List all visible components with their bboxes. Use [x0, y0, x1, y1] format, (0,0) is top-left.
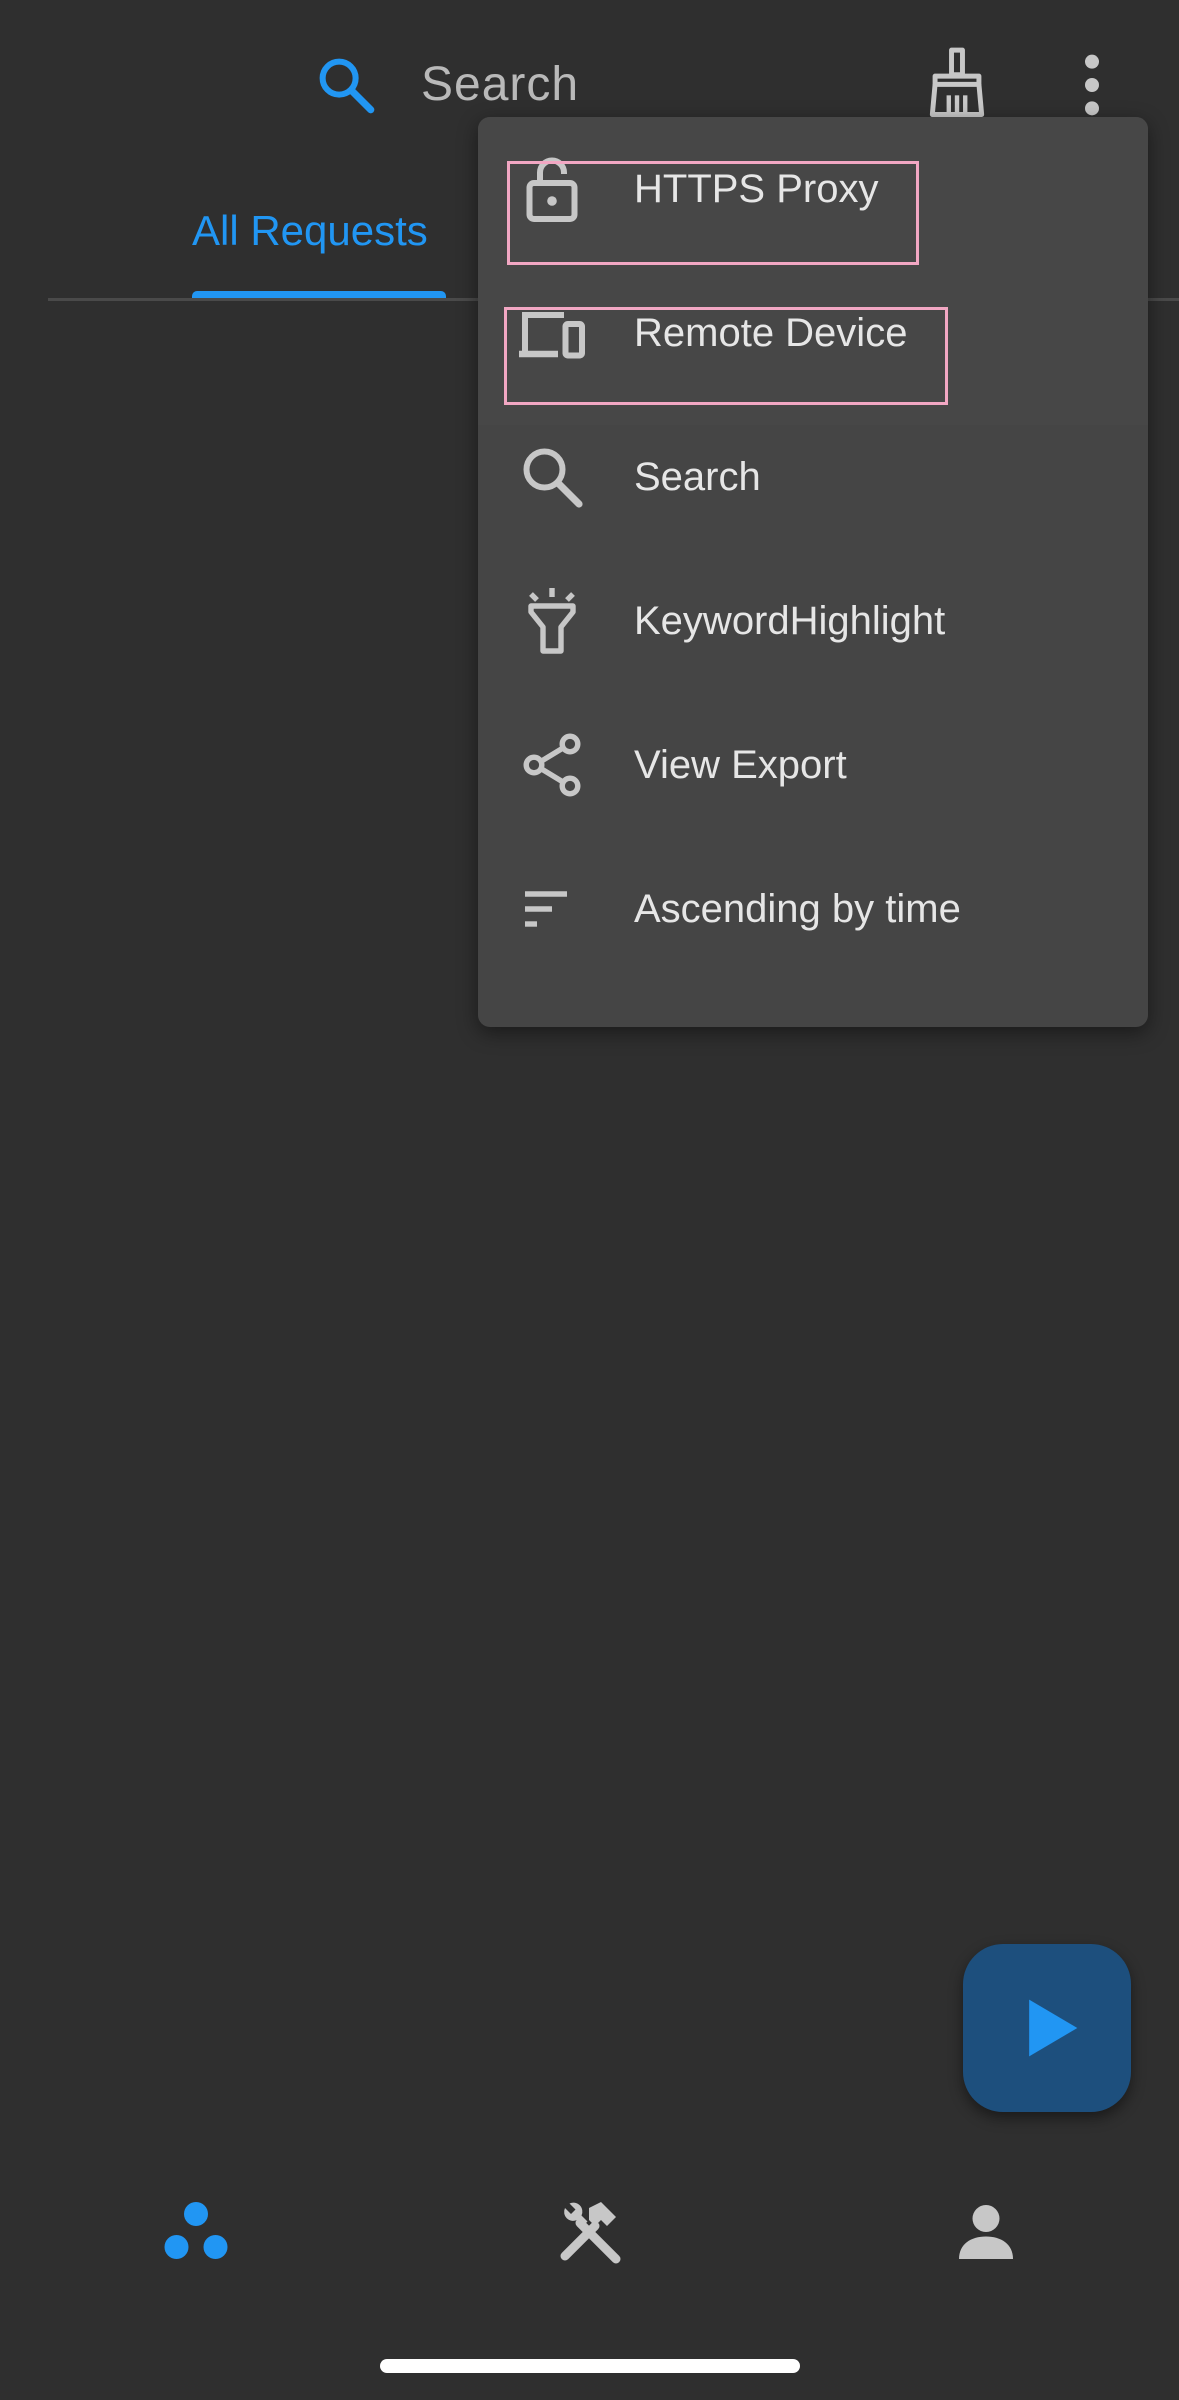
- share-icon: [523, 733, 581, 797]
- menu-item-ascending-by-time[interactable]: Ascending by time: [478, 837, 1148, 981]
- more-vert-icon[interactable]: [1074, 50, 1110, 120]
- bottom-navigation: [0, 2160, 1179, 2300]
- person-icon: [959, 2205, 1013, 2259]
- search-icon: [523, 448, 583, 508]
- menu-item-label: Ascending by time: [634, 887, 961, 931]
- tab-all-requests[interactable]: All Requests: [192, 201, 428, 261]
- menu-item-label: Remote Device: [634, 311, 908, 355]
- tools-icon: [560, 2202, 621, 2264]
- flashlight-icon: [528, 588, 576, 654]
- menu-item-label: KeywordHighlight: [634, 599, 946, 643]
- menu-item-label: View Export: [634, 743, 847, 787]
- lock-open-icon: [526, 157, 578, 222]
- app-screen: Search All Requests HTTPS Proxy Remote D…: [0, 0, 1179, 2400]
- menu-item-label: HTTPS Proxy: [634, 167, 879, 211]
- bubbles-icon: [164, 2202, 228, 2259]
- devices-icon: [519, 312, 585, 359]
- nav-item-tools[interactable]: [490, 2160, 690, 2300]
- search-field-placeholder[interactable]: Search: [421, 52, 579, 118]
- sort-icon: [525, 891, 567, 927]
- menu-item-keyword-highlight[interactable]: KeywordHighlight: [478, 549, 1148, 693]
- play-icon: [1029, 1999, 1078, 2057]
- menu-item-search[interactable]: Search: [478, 405, 1148, 549]
- start-capture-fab[interactable]: [963, 1944, 1131, 2112]
- home-indicator: [380, 2359, 800, 2373]
- menu-item-label: Search: [634, 455, 761, 499]
- nav-item-requests[interactable]: [94, 2160, 294, 2300]
- search-icon[interactable]: [313, 52, 379, 118]
- overflow-menu: HTTPS Proxy Remote Device Search Keyword…: [478, 117, 1148, 1027]
- menu-item-view-export[interactable]: View Export: [478, 693, 1148, 837]
- broom-icon[interactable]: [924, 46, 990, 120]
- nav-item-profile[interactable]: [884, 2160, 1084, 2300]
- menu-item-https-proxy[interactable]: HTTPS Proxy: [478, 117, 1148, 261]
- menu-item-remote-device[interactable]: Remote Device: [478, 261, 1148, 405]
